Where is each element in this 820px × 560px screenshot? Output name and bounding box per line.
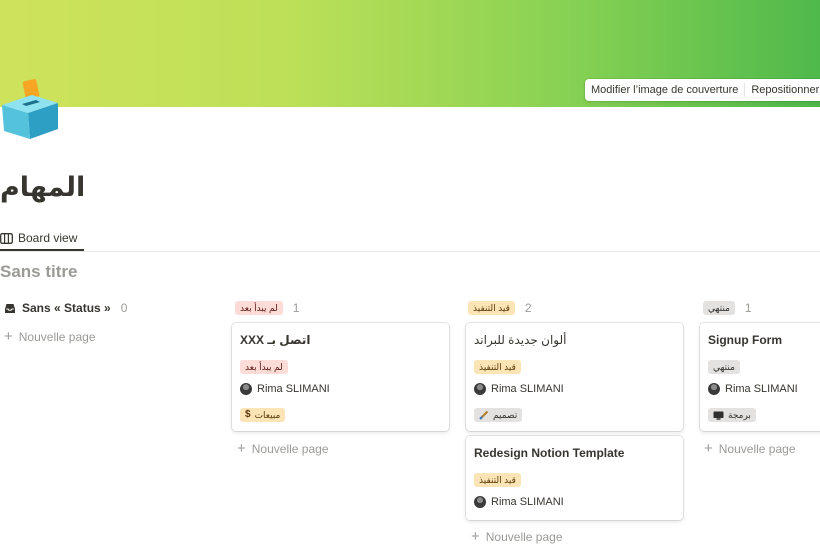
status-badge: لم يبدأ بعد (235, 301, 283, 315)
divider (0, 251, 820, 252)
tab-label: Board view (18, 231, 78, 245)
dollar-icon: $ (245, 409, 251, 420)
assignee: Rima SLIMANI (474, 383, 564, 395)
card-call-xxx[interactable]: XXX اتصل بـ لم يبدأ بعد Rima SLIMANI $ م… (232, 323, 449, 431)
paintbrush-icon (479, 410, 489, 420)
group-count: 2 (524, 301, 532, 315)
new-page-label: Nouvelle page (718, 442, 796, 456)
avatar (708, 383, 720, 395)
assignee-name: Rima SLIMANI (491, 383, 564, 395)
new-page-label: Nouvelle page (251, 442, 329, 456)
group-label: Sans « Status » (22, 301, 111, 315)
plus-icon: + (237, 440, 246, 457)
new-page-button-done[interactable]: + Nouvelle page (704, 440, 796, 457)
assignee-name: Rima SLIMANI (257, 383, 330, 395)
category-badge: برمجة (708, 408, 756, 422)
avatar (474, 496, 486, 508)
assignee-name: Rima SLIMANI (491, 496, 564, 508)
avatar (240, 383, 252, 395)
card-title: Redesign Notion Template (474, 446, 625, 460)
card-title: Signup Form (708, 333, 782, 347)
card-title: ألوان جديدة للبراند (474, 333, 567, 347)
status-badge: لم يبدأ بعد (240, 360, 288, 374)
change-cover-button[interactable]: Modifier l’image de couverture (585, 79, 744, 101)
status-badge: قيد التنفيذ (468, 301, 515, 315)
ballot-box-icon[interactable] (0, 75, 60, 139)
group-count: 1 (292, 301, 300, 315)
category-label: برمجة (728, 410, 751, 420)
card-signup-form[interactable]: Signup Form منتهي Rima SLIMANI برمجة (700, 323, 820, 431)
new-page-button-in-progress[interactable]: + Nouvelle page (471, 528, 563, 545)
board-title[interactable]: Sans titre (0, 262, 77, 282)
assignee: Rima SLIMANI (474, 496, 564, 508)
group-header-in-progress[interactable]: قيد التنفيذ 2 (468, 298, 532, 318)
assignee: Rima SLIMANI (240, 383, 330, 395)
category-label: مبيعات (254, 410, 281, 420)
new-page-label: Nouvelle page (485, 530, 563, 544)
group-header-done[interactable]: منتهي 1 (703, 298, 752, 318)
new-page-button-no-status[interactable]: + Nouvelle page (4, 328, 96, 345)
status-badge: قيد التنفيذ (474, 473, 521, 487)
computer-icon (713, 411, 724, 420)
category-badge: $ مبيعات (240, 408, 286, 422)
category-label: تصميم (493, 410, 518, 420)
group-header-no-status[interactable]: Sans « Status » 0 (4, 298, 127, 318)
assignee-name: Rima SLIMANI (725, 383, 798, 395)
card-brand-colors[interactable]: ألوان جديدة للبراند قيد التنفيذ Rima SLI… (466, 323, 683, 431)
status-badge: قيد التنفيذ (474, 360, 521, 374)
group-count: 1 (744, 301, 752, 315)
category-badge: تصميم (474, 408, 523, 422)
assignee: Rima SLIMANI (708, 383, 798, 395)
card-title: XXX اتصل بـ (240, 333, 311, 347)
avatar (474, 383, 486, 395)
card-redesign-template[interactable]: Redesign Notion Template قيد التنفيذ Rim… (466, 436, 683, 520)
tab-board-view[interactable]: Board view (0, 227, 77, 249)
plus-icon: + (471, 528, 480, 545)
cover-actions: Modifier l’image de couverture Repositio… (585, 79, 820, 101)
board-icon (0, 232, 13, 244)
new-page-label: Nouvelle page (18, 330, 96, 344)
plus-icon: + (4, 328, 13, 345)
status-badge: منتهي (708, 360, 740, 374)
plus-icon: + (704, 440, 713, 457)
group-header-not-started[interactable]: لم يبدأ بعد 1 (235, 298, 299, 318)
status-badge: منتهي (703, 301, 735, 315)
page-title[interactable]: المهام (0, 172, 85, 203)
reposition-button[interactable]: Repositionner (745, 79, 820, 101)
new-page-button-not-started[interactable]: + Nouvelle page (237, 440, 329, 457)
group-count: 0 (120, 301, 128, 315)
inbox-icon (5, 303, 15, 313)
